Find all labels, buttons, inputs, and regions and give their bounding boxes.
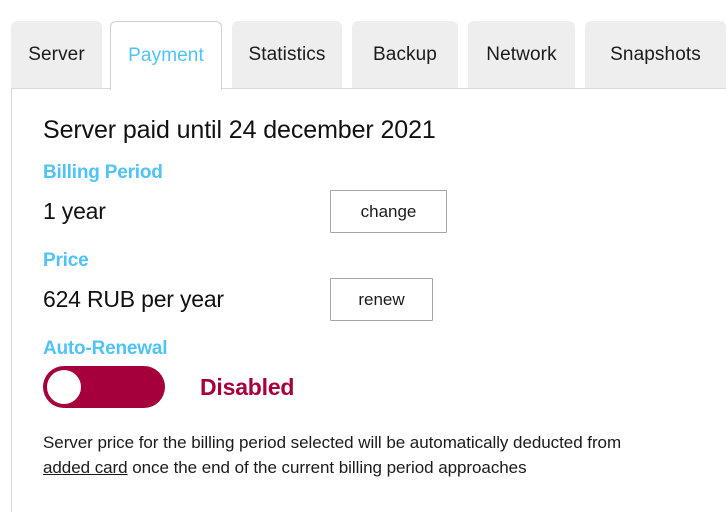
renew-button[interactable]: renew xyxy=(330,278,433,321)
tab-label: Network xyxy=(486,44,557,65)
tab-label: Statistics xyxy=(248,44,326,65)
active-tab-merge-strip xyxy=(111,87,221,90)
auto-renewal-description: Server price for the billing period sele… xyxy=(43,430,669,480)
billing-period-label: Billing Period xyxy=(43,162,163,183)
price-row: 624 RUB per year renew xyxy=(43,278,726,321)
auto-renewal-toggle[interactable] xyxy=(43,366,165,408)
payment-panel-content: Server paid until 24 december 2021 Billi… xyxy=(12,89,726,480)
auto-renewal-row: Disabled xyxy=(43,366,726,408)
toggle-knob-icon xyxy=(47,370,81,404)
price-label: Price xyxy=(43,250,89,271)
tab-backup[interactable]: Backup xyxy=(352,21,458,89)
change-billing-period-button[interactable]: change xyxy=(330,190,447,233)
tab-label: Server xyxy=(28,44,85,65)
billing-period-row: 1 year change xyxy=(43,190,726,233)
tab-label: Snapshots xyxy=(610,44,701,65)
tab-server[interactable]: Server xyxy=(11,21,102,89)
auto-renewal-status: Disabled xyxy=(200,373,295,400)
description-text-before: Server price for the billing period sele… xyxy=(43,433,622,452)
page-title: Server paid until 24 december 2021 xyxy=(43,116,436,144)
tab-network[interactable]: Network xyxy=(468,21,575,89)
tab-bar: Server Payment Statistics Backup Network… xyxy=(0,0,726,90)
tab-statistics[interactable]: Statistics xyxy=(232,21,342,89)
description-text-after: once the end of the current billing peri… xyxy=(127,458,527,477)
billing-period-value: 1 year xyxy=(43,198,106,224)
tab-label: Payment xyxy=(128,45,204,66)
tab-label: Backup xyxy=(373,44,437,65)
price-value: 624 RUB per year xyxy=(43,286,224,312)
auto-renewal-label: Auto-Renewal xyxy=(43,338,168,359)
tab-snapshots[interactable]: Snapshots xyxy=(585,21,726,89)
payment-panel: Server paid until 24 december 2021 Billi… xyxy=(11,88,726,512)
tab-payment[interactable]: Payment xyxy=(110,21,222,90)
added-card-link[interactable]: added card xyxy=(43,458,128,477)
